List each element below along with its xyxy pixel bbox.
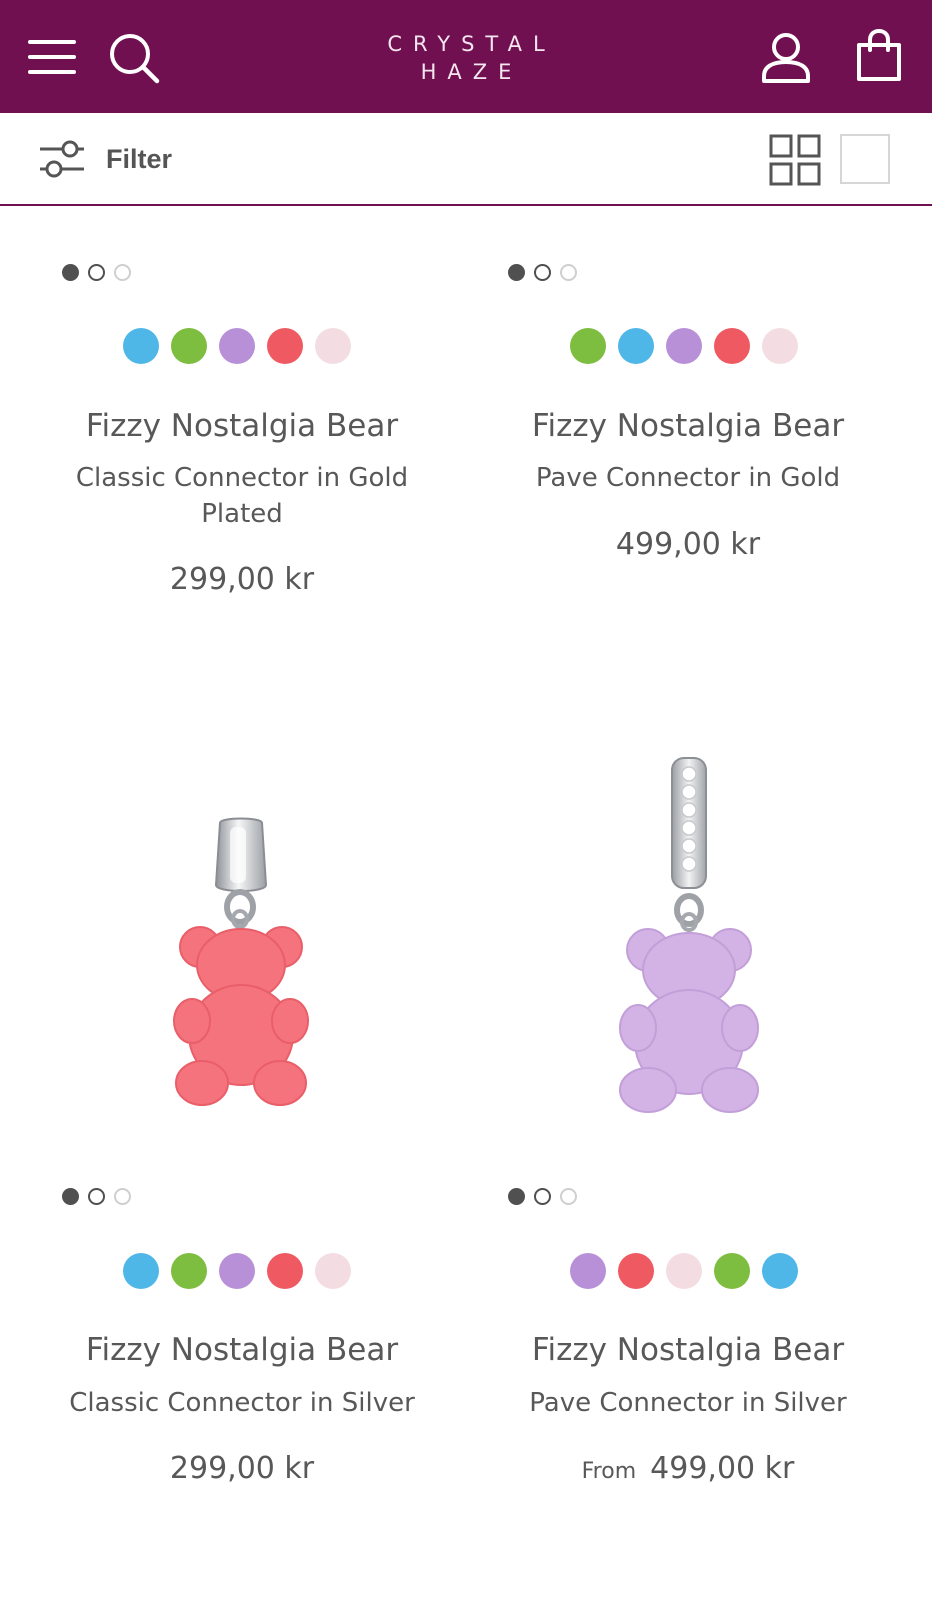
color-swatch[interactable] (171, 328, 207, 364)
carousel-dot[interactable] (62, 1188, 79, 1205)
site-logo[interactable]: CRYSTAL HAZE (340, 30, 592, 86)
carousel-dot[interactable] (560, 1188, 577, 1205)
product-variant: Pave Connector in Gold (535, 463, 841, 493)
carousel-dot[interactable] (534, 1188, 551, 1205)
color-swatch[interactable] (762, 1253, 798, 1289)
carousel-dot[interactable] (62, 264, 79, 281)
image-carousel-dots[interactable] (508, 1188, 577, 1205)
carousel-dot[interactable] (114, 264, 131, 281)
logo-line-1: CRYSTAL (387, 32, 556, 56)
product-price: 499,00 kr (615, 527, 761, 562)
color-swatches (570, 328, 798, 364)
product-variant: Classic Connector in Silver (69, 1388, 415, 1418)
color-swatch[interactable] (267, 328, 303, 364)
bag-icon[interactable] (856, 28, 902, 82)
single-view-icon[interactable] (840, 134, 890, 184)
product-price: 299,00 kr (169, 562, 315, 597)
color-swatch[interactable] (618, 328, 654, 364)
color-swatches (570, 1253, 798, 1289)
color-swatch[interactable] (171, 1253, 207, 1289)
price-prefix: From (581, 1459, 637, 1484)
filter-label: Filter (106, 143, 173, 174)
product-image-lilac-bear[interactable] (600, 752, 780, 1142)
product-price-row: From 499,00 kr (478, 1451, 898, 1486)
carousel-dot[interactable] (508, 1188, 525, 1205)
image-carousel-dots[interactable] (62, 264, 131, 281)
product-variant-line-2: Plated (201, 499, 283, 529)
color-swatch[interactable] (123, 1253, 159, 1289)
color-swatch[interactable] (570, 1253, 606, 1289)
carousel-dot[interactable] (114, 1188, 131, 1205)
grid-view-icon[interactable] (769, 134, 821, 186)
color-swatches (123, 328, 351, 364)
color-swatch[interactable] (219, 328, 255, 364)
sliders-icon (40, 140, 84, 178)
color-swatch[interactable] (570, 328, 606, 364)
logo-line-2: HAZE (420, 60, 523, 84)
carousel-dot[interactable] (88, 1188, 105, 1205)
product-name[interactable]: Fizzy Nostalgia Bear (478, 408, 898, 444)
color-swatch[interactable] (714, 328, 750, 364)
color-swatches (123, 1253, 351, 1289)
color-swatch[interactable] (123, 328, 159, 364)
menu-icon[interactable] (28, 40, 78, 76)
color-swatch[interactable] (762, 328, 798, 364)
color-swatch[interactable] (618, 1253, 654, 1289)
color-swatch[interactable] (714, 1253, 750, 1289)
color-swatch[interactable] (219, 1253, 255, 1289)
product-price: 299,00 kr (169, 1451, 315, 1486)
carousel-dot[interactable] (88, 264, 105, 281)
product-image-pink-bear[interactable] (150, 815, 330, 1135)
product-name[interactable]: Fizzy Nostalgia Bear (32, 408, 452, 444)
image-carousel-dots[interactable] (508, 264, 577, 281)
site-header: CRYSTAL HAZE (0, 0, 932, 113)
product-name[interactable]: Fizzy Nostalgia Bear (478, 1332, 898, 1368)
color-swatch[interactable] (666, 328, 702, 364)
account-icon[interactable] (760, 32, 812, 84)
image-carousel-dots[interactable] (62, 1188, 131, 1205)
color-swatch[interactable] (666, 1253, 702, 1289)
color-swatch[interactable] (315, 1253, 351, 1289)
carousel-dot[interactable] (560, 264, 577, 281)
product-name[interactable]: Fizzy Nostalgia Bear (32, 1332, 452, 1368)
color-swatch[interactable] (267, 1253, 303, 1289)
product-price: 499,00 kr (650, 1451, 795, 1486)
product-variant: Classic Connector in Gold (75, 463, 409, 493)
color-swatch[interactable] (315, 328, 351, 364)
filter-button[interactable]: Filter (38, 135, 172, 183)
search-icon[interactable] (108, 32, 160, 84)
carousel-dot[interactable] (534, 264, 551, 281)
product-variant: Pave Connector in Silver (529, 1388, 847, 1418)
carousel-dot[interactable] (508, 264, 525, 281)
